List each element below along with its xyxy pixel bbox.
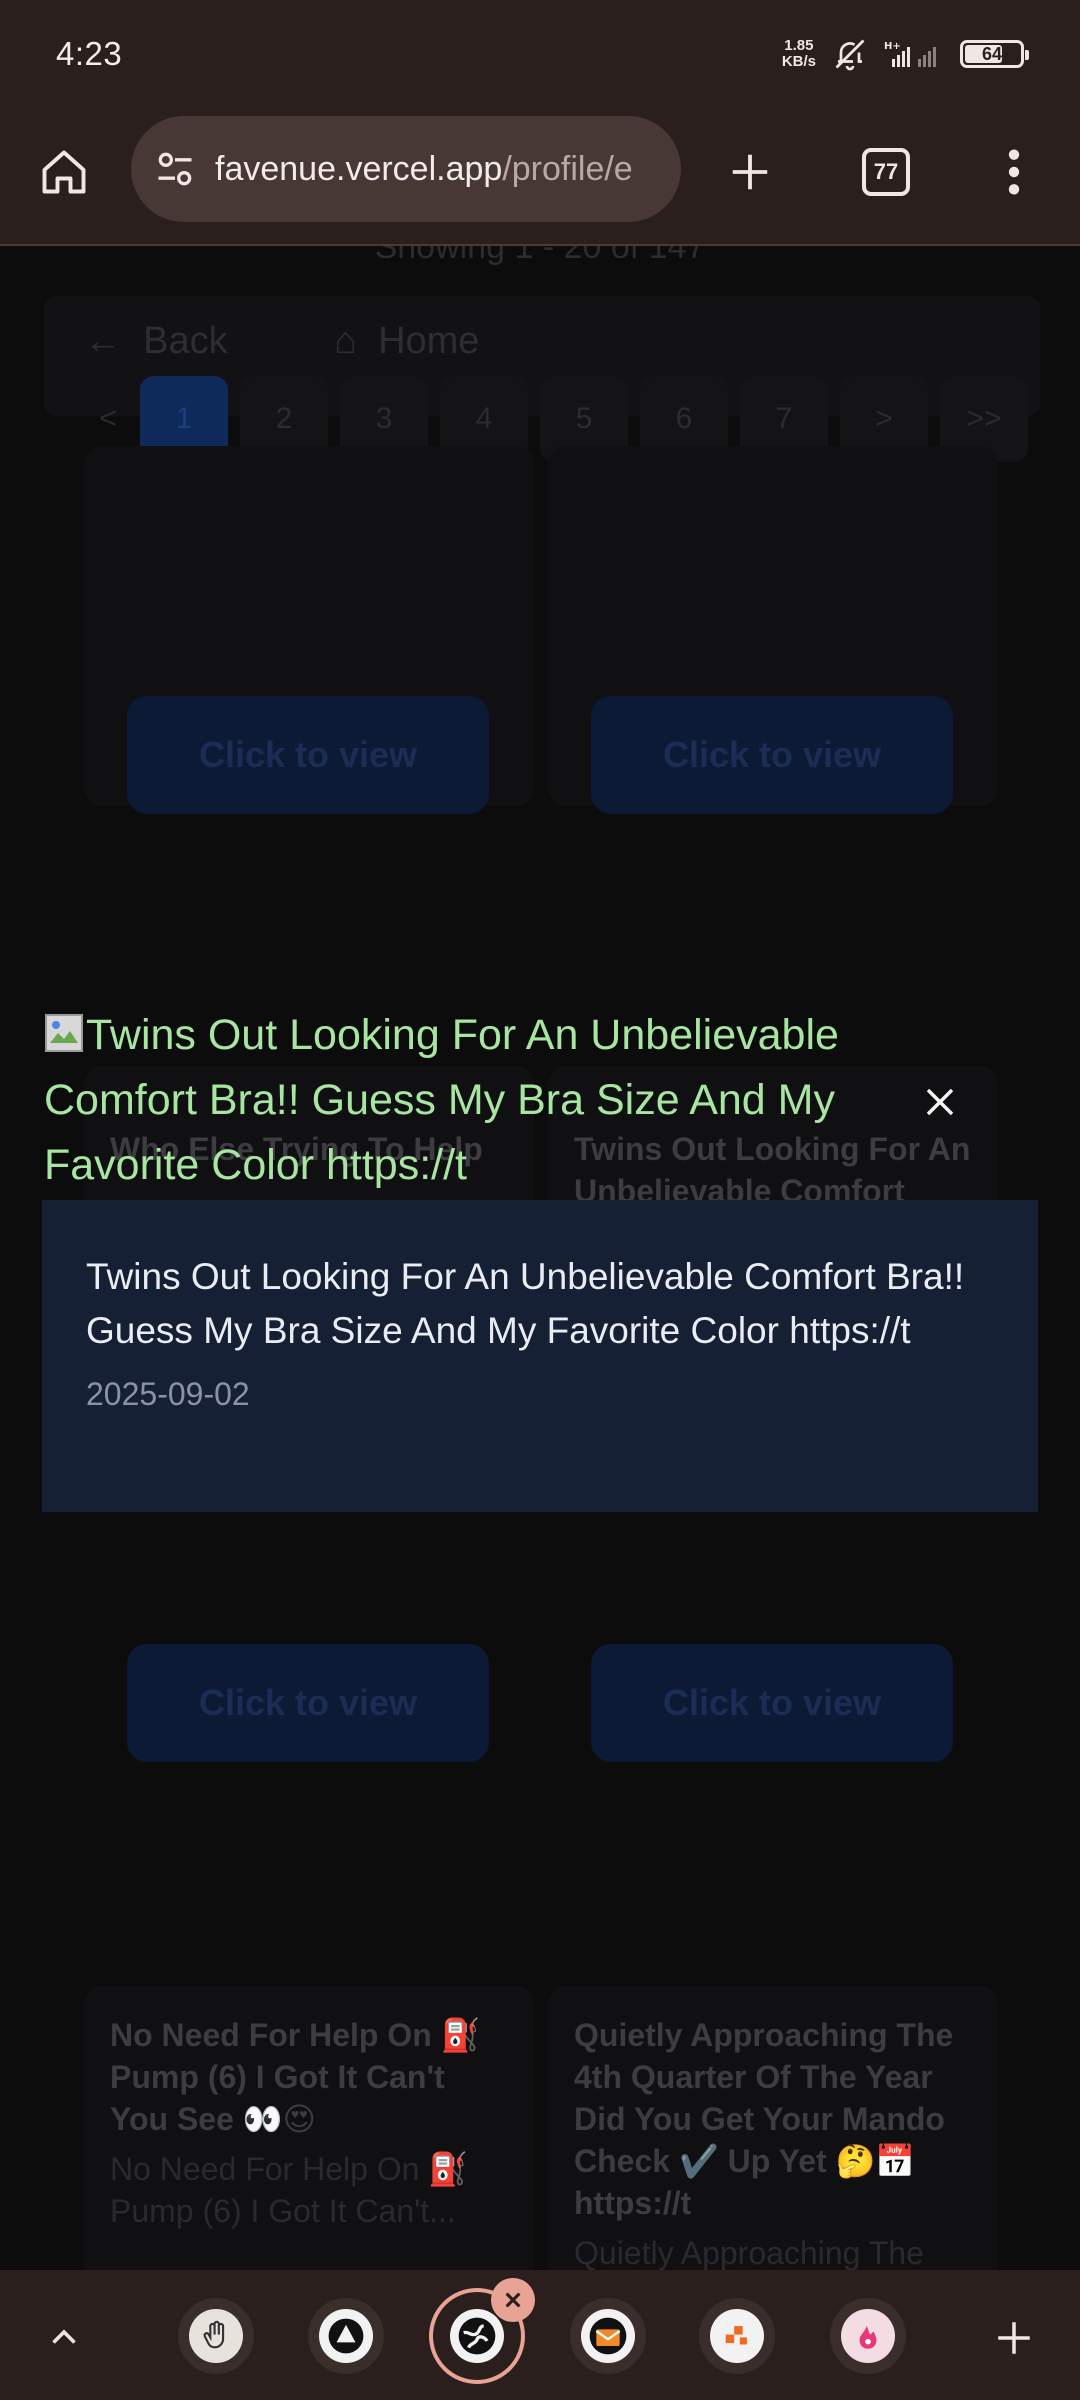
plus-icon — [732, 154, 768, 190]
flame-icon — [859, 2326, 877, 2349]
status-bar: 4:23 1.85 KB/s H+ 64 — [0, 0, 1080, 108]
back-link: ← Back — [84, 320, 228, 362]
address-bar[interactable]: favenue.vercel.app/profile/e — [131, 116, 681, 222]
net-speed-unit: KB/s — [781, 53, 816, 70]
modal-date: 2025-09-02 — [86, 1376, 250, 1412]
view-button: Click to view — [591, 696, 953, 814]
more-vert-icon — [1008, 149, 1020, 195]
view-button: Click to view — [591, 1644, 953, 1762]
new-tab-button[interactable] — [710, 132, 790, 212]
bell-off-icon — [835, 39, 865, 71]
browser-toolbar: favenue.vercel.app/profile/e 77 — [0, 108, 1080, 246]
add-tab-button[interactable] — [984, 2308, 1044, 2368]
modal-caption: Twins Out Looking For An Unbelievable Co… — [86, 1256, 965, 1351]
home-label: Home — [378, 320, 480, 362]
list-item: Quietly Approaching The 4th Quarter Of T… — [548, 1986, 998, 2270]
url-text[interactable]: favenue.vercel.app/profile/e — [215, 150, 633, 189]
back-label: Back — [143, 320, 228, 362]
net-speed: 1.85 KB/s — [782, 38, 816, 70]
card-subtitle: No Need For Help On ⛽ Pump (6) I Got It … — [110, 2151, 469, 2229]
close-button[interactable] — [912, 1074, 968, 1130]
card-subtitle: Quietly Approaching The — [574, 2235, 924, 2270]
image-alt-text: Twins Out Looking For An Unbelievable Co… — [44, 1003, 904, 1198]
battery-icon: 64 — [960, 40, 1029, 68]
home-icon — [42, 150, 86, 194]
tab-count: 77 — [862, 148, 910, 196]
signal-strength-icon: H+ — [884, 41, 936, 67]
expand-tabs-button[interactable] — [34, 2308, 94, 2368]
tab-item[interactable] — [830, 2298, 906, 2374]
dots-icon — [725, 2326, 747, 2345]
tab-item[interactable] — [308, 2298, 384, 2374]
battery-level: 64 — [981, 43, 1003, 64]
close-tab-button[interactable] — [491, 2278, 535, 2322]
modal-details: Twins Out Looking For An Unbelievable Co… — [42, 1200, 1038, 1512]
results-count: Showing 1 - 20 of 147 — [374, 246, 706, 266]
tab-item[interactable] — [570, 2298, 646, 2374]
tab-item-active[interactable] — [429, 2278, 535, 2384]
page-nav-bar: ← Back ⌂ Home < 1 2 3 4 5 6 7 > >> — [44, 296, 1040, 462]
close-icon — [926, 1088, 954, 1116]
card-title: No Need For Help On ⛽ Pump (6) I Got It … — [110, 2017, 481, 2137]
net-speed-value: 1.85 — [784, 37, 814, 54]
mail-icon — [589, 2317, 627, 2355]
list-item: No Need For Help On ⛽ Pump (6) I Got It … — [84, 1986, 534, 2270]
view-button: Click to view — [127, 696, 489, 814]
chevron-up-icon — [52, 2329, 76, 2344]
globe-icon — [458, 2317, 496, 2355]
more-menu-button[interactable] — [974, 132, 1054, 212]
triangle-icon — [328, 2318, 364, 2354]
status-icons: 1.85 KB/s H+ 64 — [782, 36, 1029, 72]
broken-image-icon — [45, 1014, 83, 1052]
view-button: Click to view — [127, 1644, 489, 1762]
plus-icon — [998, 2322, 1030, 2354]
card-title: Quietly Approaching The 4th Quarter Of T… — [574, 2017, 954, 2221]
tab-switcher-button[interactable]: 77 — [846, 132, 926, 212]
home-button[interactable] — [24, 132, 104, 212]
tab-strip — [0, 2270, 1080, 2400]
home-link: ⌂ Home — [334, 320, 480, 362]
status-time: 4:23 — [56, 35, 123, 72]
image-alt: Twins Out Looking For An Unbelievable Co… — [44, 1011, 839, 1189]
site-settings-icon[interactable] — [153, 147, 197, 191]
url-host: favenue.vercel.app — [215, 149, 503, 188]
close-icon — [505, 2292, 521, 2308]
tab-item[interactable] — [178, 2298, 254, 2374]
svg-text:H+: H+ — [884, 41, 901, 52]
url-path: /profile/e — [502, 149, 633, 188]
tab-item[interactable] — [699, 2298, 775, 2374]
hand-icon — [203, 2320, 225, 2349]
